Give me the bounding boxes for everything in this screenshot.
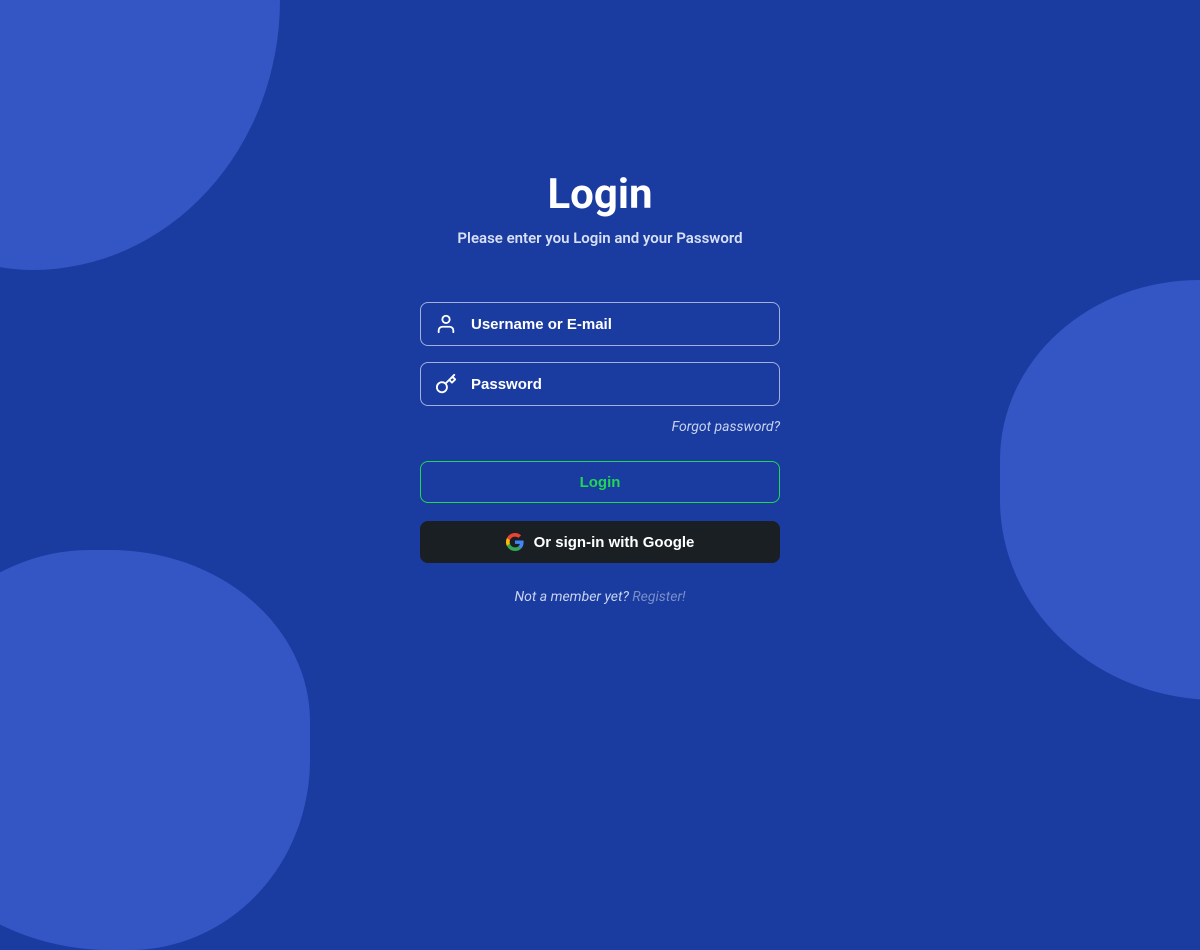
login-container: Login Please enter you Login and your Pa…	[0, 0, 1200, 605]
register-link[interactable]: Register!	[632, 589, 685, 605]
login-button[interactable]: Login	[420, 461, 780, 503]
username-field[interactable]	[471, 316, 765, 333]
password-wrapper[interactable]	[420, 362, 780, 406]
page-subtitle: Please enter you Login and your Password	[457, 229, 742, 247]
google-button-label: Or sign-in with Google	[534, 534, 695, 551]
forgot-row: Forgot password?	[420, 416, 780, 435]
username-wrapper[interactable]	[420, 302, 780, 346]
user-icon	[435, 313, 457, 335]
google-icon	[506, 533, 524, 551]
forgot-password-link[interactable]: Forgot password?	[672, 419, 780, 435]
google-signin-button[interactable]: Or sign-in with Google	[420, 521, 780, 563]
page-title: Login	[547, 170, 652, 219]
decoration-blob-bottom-left	[0, 550, 310, 950]
password-field[interactable]	[471, 376, 765, 393]
register-row: Not a member yet? Register!	[514, 589, 685, 605]
key-icon	[435, 373, 457, 395]
register-prompt: Not a member yet?	[514, 589, 632, 605]
